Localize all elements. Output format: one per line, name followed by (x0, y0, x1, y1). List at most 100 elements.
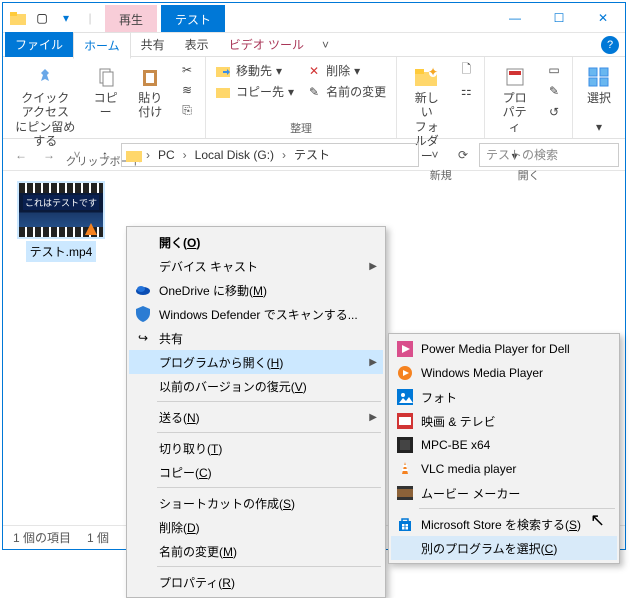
menu-defender[interactable]: Windows Defender でスキャンする... (129, 302, 383, 326)
select-icon (585, 63, 613, 91)
delete-button[interactable]: ✕削除 ▾ (304, 61, 388, 80)
app-icon (396, 340, 414, 358)
menu-label: 開く(O) (159, 234, 200, 251)
recent-button[interactable]: ˅ (65, 143, 89, 167)
submenu-choose-program[interactable]: 別のプログラムを選択(C) (391, 536, 617, 560)
easy-access-icon: ⚏ (458, 83, 474, 99)
menu-label: 送る(N) (159, 409, 200, 426)
menu-open-with[interactable]: プログラムから開く(H)▶ (129, 350, 383, 374)
wmp-icon (396, 364, 414, 382)
menu-onedrive[interactable]: OneDrive に移動(M) (129, 278, 383, 302)
minimize-button[interactable]: — (493, 3, 537, 33)
forward-button[interactable]: → (37, 143, 61, 167)
bc-folder[interactable]: テスト (290, 144, 334, 165)
bc-disk[interactable]: Local Disk (G:) (191, 146, 278, 164)
menu-copy[interactable]: コピー(C) (129, 460, 383, 484)
open-button-ribbon[interactable]: ▭ (544, 61, 564, 79)
store-icon (396, 515, 414, 533)
copy-to-button[interactable]: コピー先 ▾ (214, 82, 296, 101)
copy-button[interactable]: コピー (88, 61, 124, 122)
copy-path-button[interactable]: ≋ (177, 81, 197, 99)
tab-view[interactable]: 表示 (175, 32, 219, 57)
menu-separator (157, 566, 381, 567)
qat-btn-1[interactable]: ▢ (33, 9, 51, 27)
photos-icon (396, 388, 414, 406)
vlc-cone-icon (85, 223, 97, 235)
submenu-ms-store[interactable]: Microsoft Store を検索する(S) (391, 512, 617, 536)
pin-icon (31, 63, 59, 91)
quick-access-toolbar: ▢ ▾ | (3, 3, 105, 32)
submenu-vlc[interactable]: VLC media player (391, 457, 617, 481)
group-label-organize: 整理 (290, 118, 312, 136)
submenu-wmp[interactable]: Windows Media Player (391, 361, 617, 385)
movies-tv-icon (396, 412, 414, 430)
submenu-movie-maker[interactable]: ムービー メーカー (391, 481, 617, 505)
qat-btn-2[interactable]: ▾ (57, 9, 75, 27)
ribbon-collapse-button[interactable]: ˅ (314, 38, 337, 52)
menu-separator (157, 432, 381, 433)
context-tab-play[interactable]: 再生 (105, 5, 157, 32)
back-button[interactable]: ← (9, 143, 33, 167)
history-icon: ↺ (546, 104, 562, 120)
onedrive-icon (134, 281, 152, 299)
chevron-icon[interactable]: › (280, 148, 288, 162)
tab-video-tools[interactable]: ビデオ ツール (219, 32, 314, 57)
paste-button[interactable]: 貼り付け (132, 61, 169, 122)
dropdown-button[interactable]: ˅ (423, 143, 447, 167)
move-to-button[interactable]: 移動先 ▾ (214, 61, 296, 80)
submenu-mpc[interactable]: MPC-BE x64 (391, 433, 617, 457)
pin-label: クイック アクセス にピン留めする (15, 91, 76, 149)
edit-button[interactable]: ✎ (544, 82, 564, 100)
movie-maker-icon (396, 484, 414, 502)
menu-label: 映画 & テレビ (421, 413, 496, 430)
submenu-power-media[interactable]: Power Media Player for Dell (391, 337, 617, 361)
maximize-button[interactable]: ☐ (537, 3, 581, 33)
pin-quick-access-button[interactable]: クイック アクセス にピン留めする (11, 61, 80, 151)
breadcrumb[interactable]: › PC › Local Disk (G:) › テスト (121, 143, 419, 167)
menu-open[interactable]: 開く(O) (129, 230, 383, 254)
chevron-icon[interactable]: › (144, 148, 152, 162)
history-button[interactable]: ↺ (544, 103, 564, 121)
paste-shortcut-button[interactable]: ⎘ (177, 101, 197, 119)
menu-send-to[interactable]: 送る(N)▶ (129, 405, 383, 429)
submenu-photos[interactable]: フォト (391, 385, 617, 409)
folder-icon (126, 148, 142, 162)
scissors-icon: ✂ (179, 62, 195, 78)
bc-pc[interactable]: PC (154, 146, 179, 164)
menu-label: フォト (421, 389, 457, 406)
menu-rename[interactable]: 名前の変更(M) (129, 539, 383, 563)
menu-delete[interactable]: 削除(D) (129, 515, 383, 539)
ribbon-group-organize: 移動先 ▾ コピー先 ▾ ✕削除 ▾ ✎名前の変更 整理 (206, 57, 397, 138)
easy-access-button[interactable]: ⚏ (456, 82, 476, 100)
chevron-icon[interactable]: › (181, 148, 189, 162)
close-button[interactable]: ✕ (581, 3, 625, 33)
menu-device-cast[interactable]: デバイス キャスト▶ (129, 254, 383, 278)
window-controls: — ☐ ✕ (493, 3, 625, 32)
tab-file[interactable]: ファイル (5, 32, 73, 57)
submenu-movies-tv[interactable]: 映画 & テレビ (391, 409, 617, 433)
menu-restore-version[interactable]: 以前のバージョンの復元(V) (129, 374, 383, 398)
menu-create-shortcut[interactable]: ショートカットの作成(S) (129, 491, 383, 515)
menu-separator (157, 401, 381, 402)
file-item[interactable]: これはテストです テスト.mp4 (13, 181, 109, 262)
menu-label: デバイス キャスト (159, 258, 258, 275)
help-button[interactable]: ? (601, 36, 619, 54)
up-button[interactable]: ↑ (93, 143, 117, 167)
tab-home[interactable]: ホーム (73, 32, 131, 59)
mpc-icon (396, 436, 414, 454)
search-input[interactable]: テストの検索 (479, 143, 619, 167)
new-item-button[interactable]: 🗋 (456, 61, 476, 79)
menu-properties[interactable]: プロパティ(R) (129, 570, 383, 594)
menu-cut[interactable]: 切り取り(T) (129, 436, 383, 460)
file-name-label[interactable]: テスト.mp4 (26, 241, 97, 262)
tab-share[interactable]: 共有 (131, 32, 175, 57)
svg-text:✦: ✦ (428, 67, 438, 79)
cut-button[interactable]: ✂ (177, 61, 197, 79)
shortcut-icon: ⎘ (179, 102, 195, 118)
select-button[interactable]: 選択▾ (581, 61, 617, 136)
refresh-button[interactable]: ⟳ (451, 143, 475, 167)
menu-share[interactable]: ↪共有 (129, 326, 383, 350)
ribbon-group-clipboard: クイック アクセス にピン留めする コピー 貼り付け ✂ ≋ ⎘ クリップボード (3, 57, 206, 138)
menu-label: VLC media player (421, 462, 516, 476)
rename-button[interactable]: ✎名前の変更 (304, 82, 388, 101)
